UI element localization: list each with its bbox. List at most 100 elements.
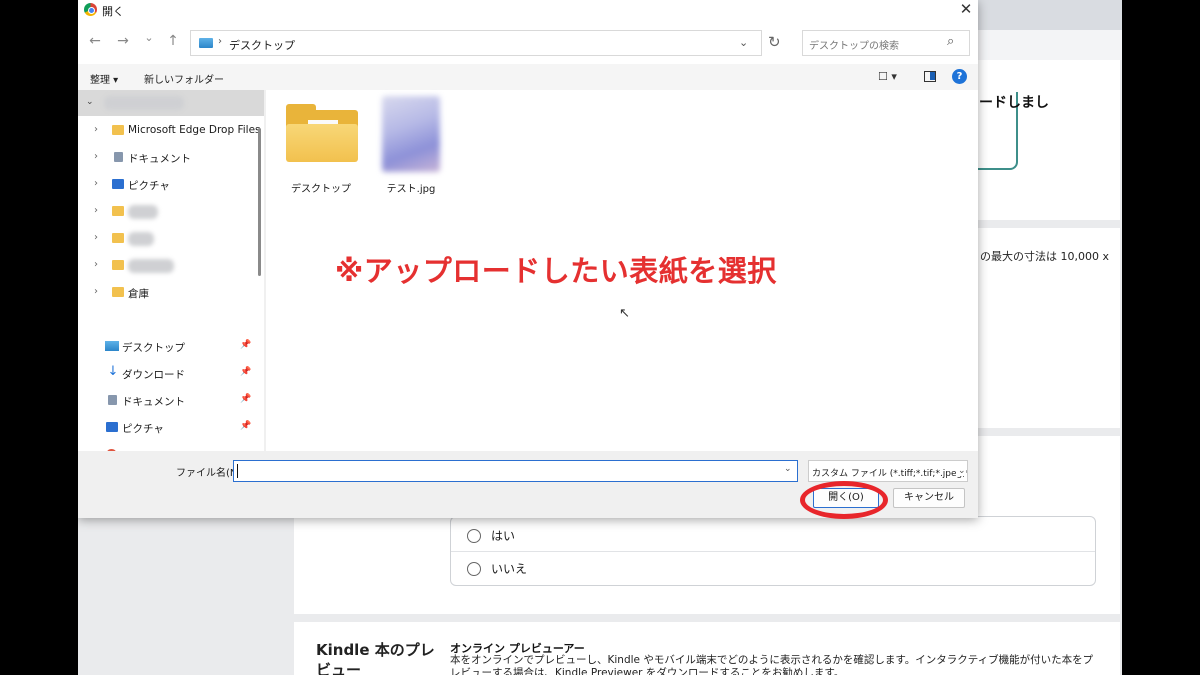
chevron-right-icon[interactable]: › <box>94 259 98 270</box>
highlight-ring <box>800 481 888 519</box>
chevron-down-icon[interactable]: ⌄ <box>739 36 748 49</box>
picture-icon <box>106 422 118 432</box>
file-item-test-jpg[interactable]: テスト.jpg <box>366 90 456 200</box>
sidebar-item-edge-drop-files[interactable]: › Microsoft Edge Drop Files <box>78 120 264 142</box>
folder-icon <box>112 125 124 135</box>
desktop-icon <box>105 341 119 351</box>
new-folder-button[interactable]: 新しいフォルダー <box>144 71 224 86</box>
back-arrow-icon[interactable]: ← <box>86 33 104 49</box>
chrome-icon <box>84 3 97 16</box>
file-type-select[interactable]: カスタム ファイル (*.tiff;*.tif;*.jpeg;*. ⌄ <box>808 460 968 482</box>
sidebar-item-documents[interactable]: › ドキュメント <box>78 147 264 169</box>
chevron-right-icon[interactable]: › <box>94 124 98 135</box>
sidebar-item-label: 倉庫 <box>128 288 149 300</box>
blurred-folder-name <box>128 205 158 219</box>
chevron-down-icon[interactable]: ⌄ <box>784 464 792 474</box>
kindle-preview-title: Kindle 本のプレビュー <box>316 641 435 675</box>
radio-option-yes[interactable]: はい <box>467 527 515 544</box>
search-icon[interactable]: ⌕ <box>947 34 954 49</box>
quick-access-desktop[interactable]: デスクトップ 📌 <box>78 336 264 358</box>
dialog-title: 開く <box>102 5 124 18</box>
quick-access-documents[interactable]: ドキュメント 📌 <box>78 390 264 412</box>
radio-option-no[interactable]: いいえ <box>467 560 527 577</box>
dialog-title-bar: 開く ✕ <box>78 0 978 20</box>
sidebar-item-label: Microsoft Edge Drop Files <box>128 124 261 136</box>
dialog-footer: ファイル名(N): ⌄ カスタム ファイル (*.tiff;*.tif;*.jp… <box>78 451 978 519</box>
dimension-text: の最大の寸法は 10,000 x <box>980 250 1109 263</box>
sidebar-item-hidden-folder[interactable]: › <box>78 228 264 250</box>
cancel-button[interactable]: キャンセル <box>893 488 965 508</box>
blurred-folder-name <box>128 259 174 273</box>
navigation-pane: ⌄ › Microsoft Edge Drop Files › ドキュメント ›… <box>78 90 264 451</box>
address-bar[interactable]: › デスクトップ ⌄ <box>190 30 762 56</box>
folder-icon <box>112 260 124 270</box>
file-name: デスクトップ <box>291 184 351 195</box>
navigation-bar: ← → ⌄ ↑ › デスクトップ ⌄ ↻ デスクトップの検索 ⌕ <box>78 20 978 64</box>
breadcrumb-separator: › <box>218 36 222 47</box>
chevron-right-icon[interactable]: › <box>94 178 98 189</box>
organize-menu[interactable]: 整理 ▾ <box>90 71 118 86</box>
up-arrow-icon[interactable]: ↑ <box>164 33 182 49</box>
pin-icon[interactable]: 📌 <box>240 367 251 377</box>
radio-label: いいえ <box>491 562 528 576</box>
radio-group: はい いいえ <box>450 516 1096 586</box>
quick-access-pictures[interactable]: ピクチャ 📌 <box>78 417 264 439</box>
chevron-right-icon[interactable]: › <box>94 232 98 243</box>
folder-icon <box>112 233 124 243</box>
folder-icon <box>112 206 124 216</box>
sidebar-item-user[interactable]: ⌄ <box>78 90 264 116</box>
quick-access-downloads[interactable]: ↓ ダウンロード 📌 <box>78 363 264 385</box>
search-placeholder: デスクトップの検索 <box>809 41 899 52</box>
file-name: テスト.jpg <box>386 184 436 195</box>
refresh-icon[interactable]: ↻ <box>768 33 781 51</box>
chevron-down-icon[interactable]: ⌄ <box>86 97 94 107</box>
search-input[interactable]: デスクトップの検索 ⌕ <box>802 30 970 56</box>
divider <box>451 551 1095 552</box>
sidebar-scrollbar[interactable] <box>258 128 261 276</box>
pin-icon[interactable]: 📌 <box>240 394 251 404</box>
radio-label: はい <box>491 529 516 543</box>
file-item-desktop-folder[interactable]: デスクトップ <box>276 90 366 200</box>
sidebar-item-label: ダウンロード <box>122 369 185 381</box>
pin-icon[interactable]: 📌 <box>240 340 251 350</box>
document-icon <box>108 395 117 405</box>
help-icon[interactable]: ? <box>952 69 967 84</box>
sidebar-item-hidden-folder[interactable]: › <box>78 201 264 223</box>
blurred-folder-name <box>128 232 154 246</box>
folder-icon <box>112 287 124 297</box>
sidebar-item-label: ドキュメント <box>122 396 185 408</box>
sidebar-item-warehouse[interactable]: › 倉庫 <box>78 282 264 304</box>
blurred-user-name <box>104 96 184 110</box>
recent-locations-icon[interactable]: ⌄ <box>140 31 158 44</box>
sidebar-item-label: ドキュメント <box>128 153 191 165</box>
sidebar-item-label: ピクチャ <box>122 423 164 435</box>
chevron-right-icon[interactable]: › <box>94 286 98 297</box>
sidebar-item-label: ピクチャ <box>128 180 170 192</box>
sidebar-item-pictures[interactable]: › ピクチャ <box>78 174 264 196</box>
view-options-icon[interactable]: ☐ ▾ <box>878 70 897 83</box>
preview-pane-icon[interactable] <box>924 71 936 82</box>
file-name-input[interactable] <box>233 460 798 482</box>
sidebar-item-hidden-folder[interactable]: › <box>78 255 264 277</box>
breadcrumb-desktop[interactable]: デスクトップ <box>229 37 295 53</box>
tutorial-annotation: ※アップロードしたい表紙を選択 <box>335 254 777 288</box>
pin-icon[interactable]: 📌 <box>240 421 251 431</box>
forward-arrow-icon[interactable]: → <box>114 33 132 49</box>
document-icon <box>114 152 123 162</box>
chevron-right-icon[interactable]: › <box>94 205 98 216</box>
online-previewer-description: 本をオンラインでプレビューし、Kindle やモバイル端末でどのように表示される… <box>450 654 1094 675</box>
command-toolbar: 整理 ▾ 新しいフォルダー ☐ ▾ ? <box>78 64 978 90</box>
chevron-right-icon[interactable]: › <box>94 151 98 162</box>
folder-icon <box>286 104 358 162</box>
mouse-cursor-icon: ↖ <box>619 306 630 321</box>
close-icon[interactable]: ✕ <box>956 0 976 20</box>
quick-access-partial-item[interactable] <box>78 444 264 451</box>
picture-icon <box>112 179 124 189</box>
sidebar-item-label: デスクトップ <box>122 342 185 354</box>
radio-button[interactable] <box>467 561 481 576</box>
desktop-icon <box>199 38 213 48</box>
chevron-down-icon[interactable]: ⌄ <box>956 466 966 476</box>
radio-button[interactable] <box>467 528 481 543</box>
image-thumbnail <box>382 96 440 172</box>
file-open-dialog: 開く ✕ ← → ⌄ ↑ › デスクトップ ⌄ ↻ デスクトップの検索 ⌕ 整理… <box>78 0 978 519</box>
